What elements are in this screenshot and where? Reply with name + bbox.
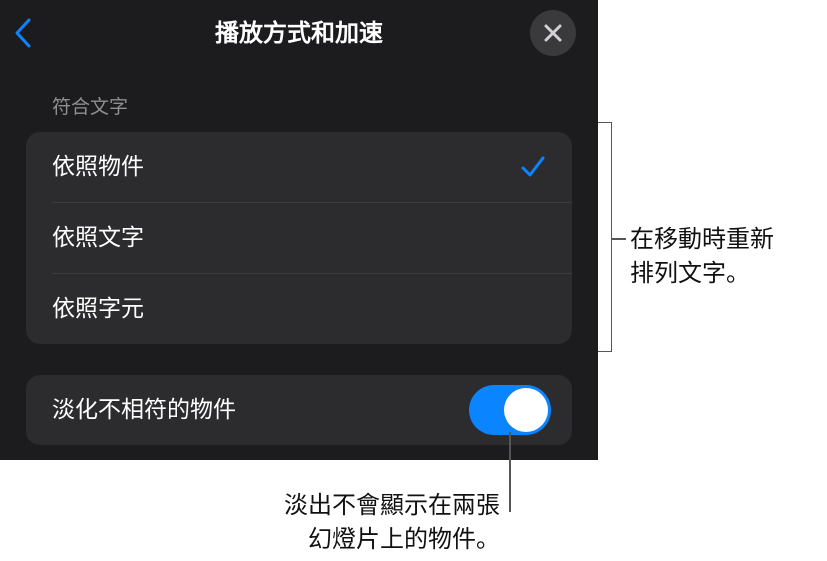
- callout-leader-line: [509, 432, 511, 512]
- checkmark-icon: [521, 156, 545, 177]
- option-group: 依照物件 依照文字 依照字元: [26, 132, 572, 344]
- toggle-label: 淡化不相符的物件: [52, 397, 236, 423]
- option-by-object[interactable]: 依照物件: [26, 132, 572, 202]
- callout-bottom-line1: 淡出不會顯示在兩張: [284, 491, 500, 519]
- option-label: 依照字元: [52, 296, 144, 322]
- option-label: 依照物件: [52, 154, 144, 180]
- callout-right-line2: 排列文字。: [630, 259, 750, 287]
- toggle-knob: [504, 388, 548, 432]
- callout-bottom: 淡出不會顯示在兩張 幻燈片上的物件。: [240, 488, 500, 556]
- fade-unmatched-toggle[interactable]: [469, 385, 551, 435]
- settings-panel: 播放方式和加速 符合文字 依照物件 依照文字 依照字元 淡化不相符的物件: [0, 0, 598, 460]
- section-label: 符合文字: [52, 96, 129, 118]
- close-button[interactable]: [530, 10, 576, 56]
- close-icon: [544, 24, 562, 42]
- fade-unmatched-row: 淡化不相符的物件: [26, 375, 572, 445]
- option-by-paragraph[interactable]: 依照文字: [26, 203, 572, 273]
- callout-bottom-line2: 幻燈片上的物件。: [308, 525, 500, 553]
- callout-right-line1: 在移動時重新: [630, 225, 774, 253]
- callout-bracket: [598, 122, 612, 352]
- callout-bracket-tick: [612, 238, 626, 240]
- option-label: 依照文字: [52, 225, 144, 251]
- callout-right: 在移動時重新 排列文字。: [630, 222, 774, 290]
- page-title: 播放方式和加速: [215, 19, 383, 47]
- option-by-character[interactable]: 依照字元: [26, 274, 572, 344]
